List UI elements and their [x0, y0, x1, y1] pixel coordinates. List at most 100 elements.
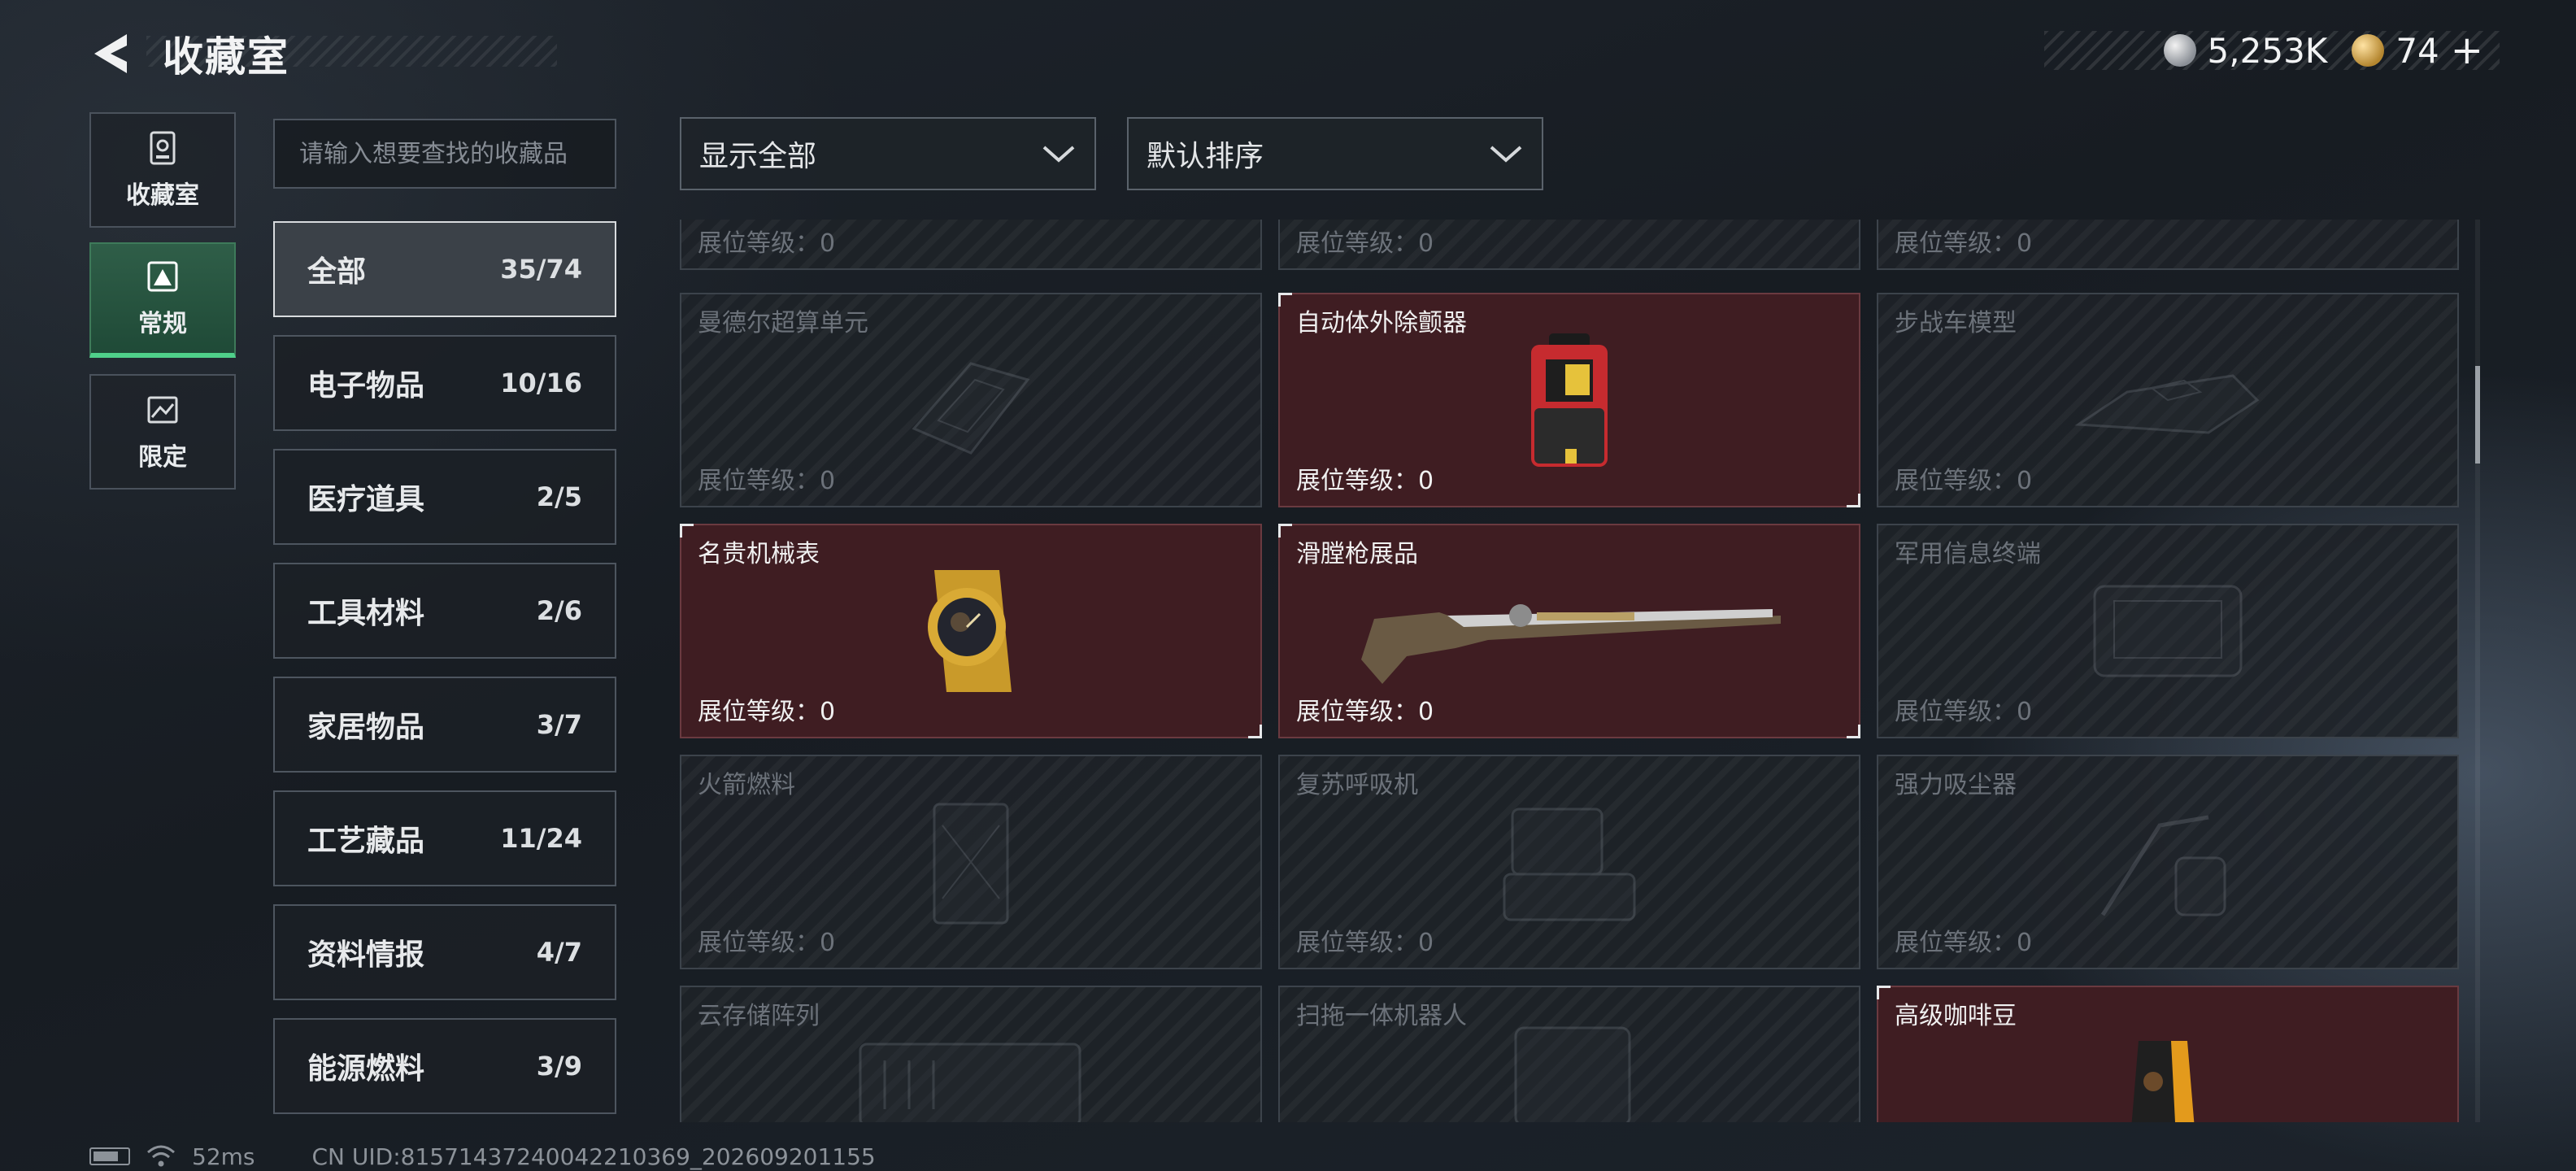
- category-count: 11/24: [500, 823, 582, 854]
- item-name: 火箭燃料: [698, 771, 795, 799]
- collection-card-defibrillator[interactable]: 自动体外除颤器 展位等级：0: [1278, 293, 1860, 507]
- category-count: 35/74: [500, 254, 582, 285]
- ping-value: 52ms: [192, 1143, 255, 1170]
- watch-icon: [928, 570, 1012, 692]
- rail-item-limited[interactable]: 限定: [89, 374, 236, 490]
- booth-level: 展位等级：0: [1296, 229, 1434, 258]
- rail-label: 限定: [138, 443, 187, 472]
- category-electronics[interactable]: 电子物品 10/16: [273, 335, 616, 431]
- rail-label: 收藏室: [126, 181, 199, 210]
- search-input[interactable]: [273, 119, 616, 189]
- item-name: 军用信息终端: [1895, 540, 2041, 568]
- status-footer: 52ms CN UID:81571437240042210369_2026092…: [89, 1142, 876, 1171]
- gold-coin-icon: [2352, 34, 2385, 67]
- category-count: 10/16: [500, 368, 582, 398]
- collection-card-rocket-fuel[interactable]: 火箭燃料 展位等级：0: [680, 755, 1262, 969]
- category-name: 工具材料: [307, 597, 425, 630]
- item-name: 云存储阵列: [698, 1002, 820, 1030]
- rail-item-regular[interactable]: 常规: [89, 242, 236, 358]
- page-title: 收藏室: [163, 33, 289, 81]
- collection-card-robot-mop[interactable]: 扫拖一体机器人 展位等级：0: [1278, 986, 1860, 1122]
- add-currency-button[interactable]: +: [2451, 28, 2483, 73]
- collection-card[interactable]: 展位等级：0: [1877, 220, 2459, 270]
- collection-card-coffee-beans[interactable]: 高级咖啡豆 展位等级：0: [1877, 986, 2459, 1122]
- corner-mark: [1847, 725, 1860, 738]
- collection-card-ventilator[interactable]: 复苏呼吸机 展位等级：0: [1278, 755, 1860, 969]
- booth-level: 展位等级：0: [698, 467, 836, 495]
- defibrillator-icon: [1531, 333, 1608, 467]
- item-name: 扫拖一体机器人: [1296, 1002, 1467, 1030]
- dropdown-value: 默认排序: [1147, 140, 1264, 173]
- collection-card-musket[interactable]: 滑膛枪展品 展位等级：0: [1278, 524, 1860, 738]
- chevron-down-icon: [1042, 146, 1075, 163]
- category-crafts[interactable]: 工艺藏品 11/24: [273, 790, 616, 886]
- category-name: 电子物品: [307, 369, 425, 403]
- collection-card-watch[interactable]: 名贵机械表 展位等级：0: [680, 524, 1262, 738]
- category-all[interactable]: 全部 35/74: [273, 221, 616, 317]
- item-name: 复苏呼吸机: [1296, 771, 1418, 799]
- category-energy[interactable]: 能源燃料 3/9: [273, 1018, 616, 1114]
- booth-level: 展位等级：0: [698, 229, 836, 258]
- category-name: 全部: [307, 255, 367, 289]
- booth-level: 展位等级：0: [1296, 467, 1434, 495]
- display-filter-dropdown[interactable]: 显示全部: [680, 117, 1096, 190]
- corner-mark: [680, 524, 694, 538]
- booth-level: 展位等级：0: [1895, 698, 2033, 726]
- silver-coin-icon: [2163, 34, 2196, 67]
- corner-mark: [1877, 986, 1891, 999]
- item-name: 曼德尔超算单元: [698, 309, 868, 337]
- category-intel[interactable]: 资料情报 4/7: [273, 904, 616, 1000]
- scrollbar-thumb[interactable]: [2475, 366, 2480, 464]
- regular-collection-icon: [147, 261, 178, 292]
- rail-item-vault[interactable]: 收藏室: [89, 112, 236, 228]
- grid-scrollbar[interactable]: [2475, 220, 2480, 1122]
- category-name: 医疗道具: [307, 483, 425, 516]
- corner-mark: [1278, 524, 1292, 538]
- vacuum-icon: [2100, 815, 2226, 916]
- item-name: 滑膛枪展品: [1296, 540, 1418, 568]
- musket-icon: [1361, 604, 1781, 684]
- booth-level: 展位等级：0: [1895, 229, 2033, 258]
- category-tools[interactable]: 工具材料 2/6: [273, 563, 616, 659]
- back-arrow-icon[interactable]: [88, 29, 137, 78]
- collection-card[interactable]: 展位等级：0: [1278, 220, 1860, 270]
- booth-level: 展位等级：0: [698, 929, 836, 957]
- category-name: 工艺藏品: [307, 825, 425, 858]
- collection-card-terminal[interactable]: 军用信息终端 展位等级：0: [1877, 524, 2459, 738]
- category-count: 2/5: [536, 481, 582, 512]
- collection-card-storage-array[interactable]: 云存储阵列 展位等级：0: [680, 986, 1262, 1122]
- booth-level: 展位等级：0: [1895, 929, 2033, 957]
- item-name: 步战车模型: [1895, 309, 2017, 337]
- collection-card-supercomputer[interactable]: 曼德尔超算单元 展位等级：0: [680, 293, 1262, 507]
- corner-mark: [1248, 725, 1262, 738]
- item-name: 强力吸尘器: [1895, 771, 2017, 799]
- collection-card[interactable]: 展位等级：0: [680, 220, 1262, 270]
- category-count: 2/6: [536, 595, 582, 626]
- collection-card-ifv-model[interactable]: 步战车模型 展位等级：0: [1877, 293, 2459, 507]
- supercomputer-icon: [912, 362, 1030, 455]
- booth-level: 展位等级：0: [1296, 929, 1434, 957]
- category-household[interactable]: 家居物品 3/7: [273, 677, 616, 773]
- item-name: 名贵机械表: [698, 540, 820, 568]
- ifv-model-icon: [2074, 374, 2260, 434]
- wifi-icon: [147, 1145, 175, 1167]
- category-name: 能源燃料: [307, 1052, 425, 1086]
- category-medical[interactable]: 医疗道具 2/5: [273, 449, 616, 545]
- vault-icon: [150, 131, 176, 165]
- currency-bar: 5,253K 74 +: [2044, 28, 2500, 73]
- limited-collection-icon: [147, 396, 178, 424]
- sort-dropdown[interactable]: 默认排序: [1127, 117, 1543, 190]
- terminal-icon: [2093, 585, 2243, 677]
- corner-mark: [1278, 293, 1292, 307]
- dropdown-value: 显示全部: [699, 140, 817, 173]
- category-name: 资料情报: [307, 938, 425, 972]
- category-name: 家居物品: [307, 711, 425, 744]
- booth-level: 展位等级：0: [1895, 467, 2033, 495]
- category-count: 3/7: [536, 709, 582, 740]
- collection-grid: 展位等级：0 展位等级：0 展位等级：0 曼德尔超算单元 展位等级：0 自动体外…: [680, 220, 2461, 1122]
- category-count: 3/9: [536, 1051, 582, 1082]
- user-uid: CN UID:81571437240042210369_202609201155: [311, 1143, 876, 1170]
- collection-card-vacuum[interactable]: 强力吸尘器 展位等级：0: [1877, 755, 2459, 969]
- booth-level: 展位等级：0: [1296, 698, 1434, 726]
- rail-label: 常规: [138, 310, 187, 338]
